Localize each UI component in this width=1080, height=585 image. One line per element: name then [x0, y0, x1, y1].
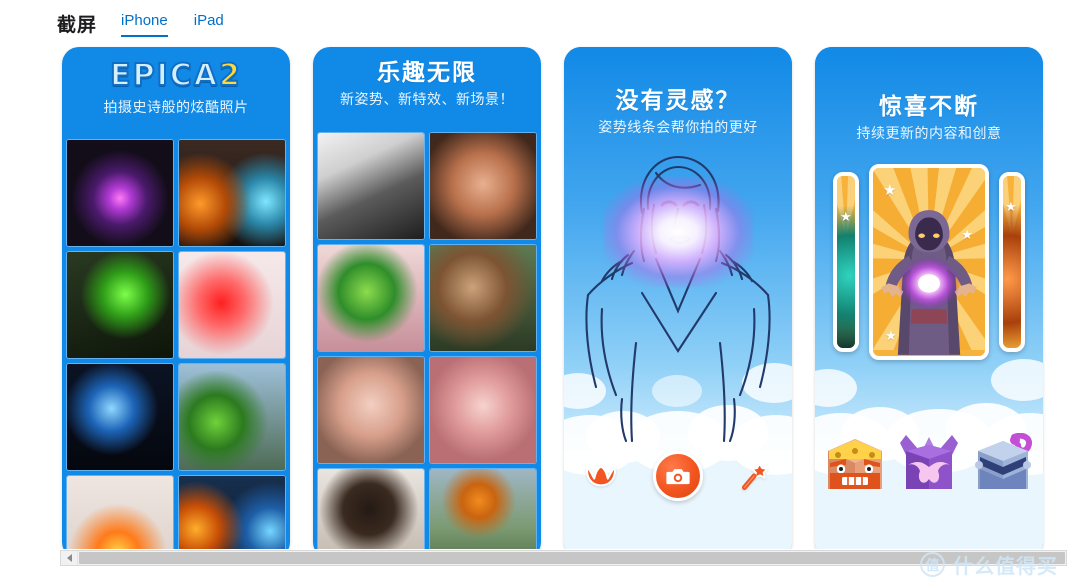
card-left[interactable]: ★ — [833, 171, 859, 352]
epica-logo-text: EPICA — [109, 57, 219, 94]
purple-mustache-box-icon[interactable] — [898, 433, 960, 495]
screenshot-item-3[interactable]: 没有灵感？ 姿势线条会帮你拍的更好 — [564, 47, 792, 549]
device-tabs: iPhone iPad — [121, 11, 224, 38]
photo-cell[interactable] — [430, 357, 536, 463]
photo-grid-2 — [313, 133, 541, 549]
magic-pose-outline-icon — [585, 155, 771, 443]
card-right[interactable]: ★ — [999, 171, 1025, 352]
scrollbar-thumb[interactable] — [79, 552, 1065, 564]
magic-wand-icon[interactable] — [738, 461, 772, 491]
screenshot-2-header: 乐趣无限 新姿势、新特效、新场景！ — [313, 47, 541, 116]
star-icon: ★ — [840, 208, 852, 224]
screenshot-4-title: 惊喜不断 — [879, 93, 979, 119]
sticker-box-row — [815, 415, 1043, 495]
scroll-left-button[interactable] — [61, 551, 78, 565]
photo-cell[interactable] — [67, 476, 173, 549]
screenshot-4-header: 惊喜不断 持续更新的内容和创意 — [815, 47, 1043, 150]
devil-horns-icon[interactable] — [584, 461, 618, 491]
card-main-mage[interactable]: ★ ★ ★ — [869, 163, 989, 360]
screenshot-item-4[interactable]: 惊喜不断 持续更新的内容和创意 ★ ★ ★ ★ ★ — [815, 47, 1043, 549]
photo-cell[interactable] — [179, 252, 285, 358]
tab-ipad[interactable]: iPad — [194, 11, 224, 37]
photo-cell[interactable] — [318, 133, 424, 239]
photo-cell[interactable] — [179, 476, 285, 549]
screenshot-2-title: 乐趣无限 — [377, 59, 477, 85]
screenshot-3-subtitle: 姿势线条会帮你拍的更好 — [598, 119, 758, 135]
camera-icon — [666, 468, 690, 484]
screenshot-2-subtitle: 新姿势、新特效、新场景！ — [340, 91, 514, 107]
screenshot-3-header: 没有灵感？ 姿势线条会帮你拍的更好 — [564, 47, 792, 144]
photo-cell[interactable] — [179, 364, 285, 470]
photo-grid-1 — [62, 140, 290, 549]
epica-logo: EPICA2 — [68, 57, 284, 95]
screenshot-3-title: 没有灵感？ — [615, 87, 741, 113]
star-icon: ★ — [883, 181, 897, 199]
photo-cell[interactable] — [430, 469, 536, 549]
photo-cell[interactable] — [67, 140, 173, 246]
page-title: 截屏 — [57, 15, 98, 36]
horizontal-scrollbar[interactable] — [60, 550, 1067, 566]
photo-cell[interactable] — [67, 364, 173, 470]
screenshot-item-1[interactable]: EPICA2 拍摄史诗般的炫酷照片 — [62, 47, 290, 549]
tab-iphone[interactable]: iPhone — [121, 11, 168, 37]
viking-king-box-icon[interactable] — [824, 433, 886, 495]
screenshot-1-header: EPICA2 拍摄史诗般的炫酷照片 — [62, 47, 290, 124]
screenshot-list: EPICA2 拍摄史诗般的炫酷照片 乐趣无限 新姿势、新特效、新场景！ 没有灵感… — [62, 47, 1043, 549]
screenshot-4-subtitle: 持续更新的内容和创意 — [856, 125, 1002, 141]
photo-cell[interactable] — [430, 133, 536, 239]
screenshot-3-toolbar — [564, 449, 792, 503]
photo-cell[interactable] — [318, 245, 424, 351]
photo-cell[interactable] — [67, 252, 173, 358]
screenshot-carousel[interactable]: EPICA2 拍摄史诗般的炫酷照片 乐趣无限 新姿势、新特效、新场景！ 没有灵感… — [0, 44, 1080, 549]
star-icon: ★ — [885, 327, 897, 343]
page-root: 截屏 iPhone iPad EPICA2 拍摄史诗般的炫酷照片 乐趣无限 新姿… — [0, 0, 1080, 585]
card-carousel[interactable]: ★ ★ ★ ★ ★ — [815, 159, 1043, 364]
screenshots-header: 截屏 iPhone iPad — [57, 11, 224, 38]
photo-cell[interactable] — [179, 140, 285, 246]
star-icon: ★ — [1005, 198, 1017, 214]
star-icon: ★ — [961, 226, 973, 242]
screenshot-1-subtitle: 拍摄史诗般的炫酷照片 — [103, 99, 249, 115]
epica-logo-suffix: 2 — [218, 57, 242, 94]
chevron-left-icon — [66, 554, 72, 562]
camera-shutter-button[interactable] — [653, 451, 703, 501]
photo-cell[interactable] — [318, 357, 424, 463]
screenshot-item-2[interactable]: 乐趣无限 新姿势、新特效、新场景！ — [313, 47, 541, 549]
knight-helmet-box-icon[interactable] — [972, 433, 1034, 495]
photo-cell[interactable] — [430, 245, 536, 351]
photo-cell[interactable] — [318, 469, 424, 549]
